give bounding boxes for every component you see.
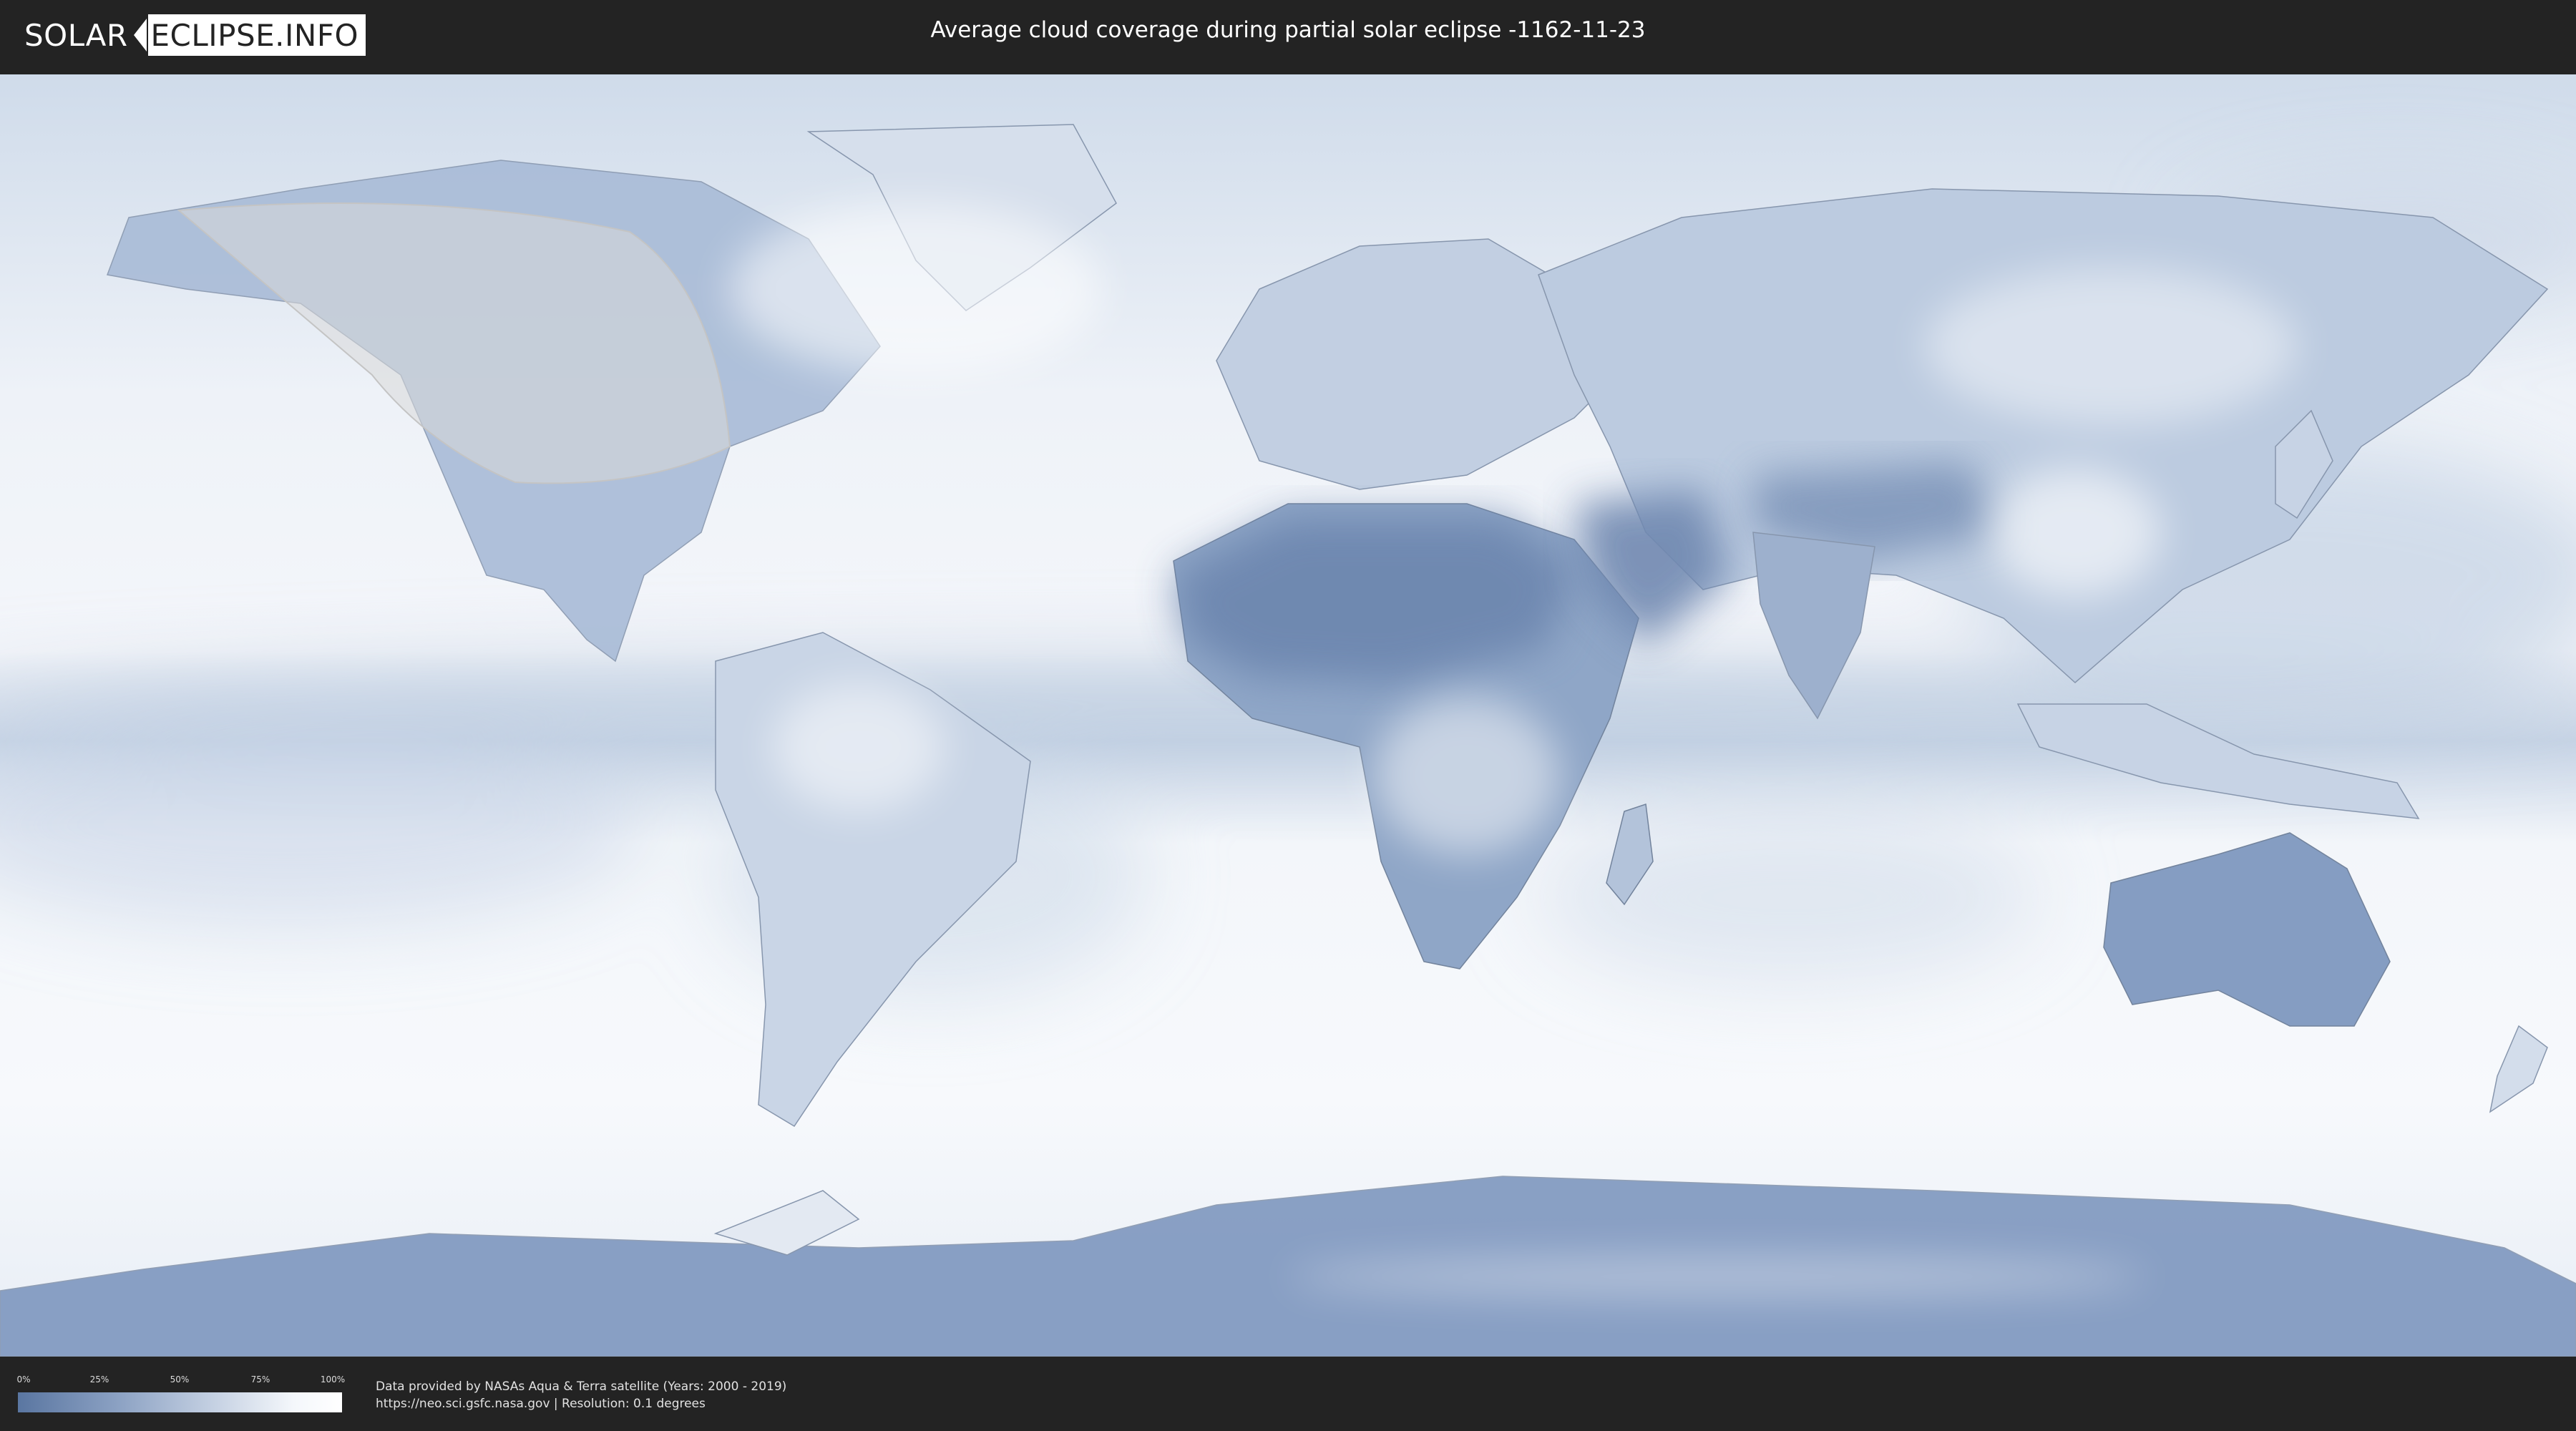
data-source-link[interactable]: https://neo.sci.gsfc.nasa.gov | Resoluti…: [376, 1397, 706, 1411]
world-map-canvas: [0, 74, 2576, 1357]
legend-tick-0: 0%: [16, 1374, 31, 1384]
footer: [0, 1357, 2576, 1431]
legend-tick-50: 50%: [170, 1374, 190, 1384]
cloud-coverage-map[interactable]: [0, 74, 2576, 1357]
legend-tick-25: 25%: [89, 1374, 109, 1384]
logo-text-solar: SOLAR: [24, 17, 128, 53]
data-credit: Data provided by NASAs Aqua & Terra sate…: [376, 1379, 787, 1394]
legend-color-bar: [18, 1392, 342, 1412]
page-title: Average cloud coverage during partial so…: [930, 17, 1646, 43]
logo-text-eclipse-info: ECLIPSE.INFO: [147, 14, 366, 56]
page: SOLAR ECLIPSE.INFO Average cloud coverag…: [0, 0, 2576, 1431]
legend-tick-100: 100%: [320, 1374, 346, 1384]
top-bar: SOLAR ECLIPSE.INFO Average cloud coverag…: [0, 0, 2576, 72]
logo-arrow-icon: [133, 19, 147, 52]
site-logo[interactable]: SOLAR ECLIPSE.INFO: [24, 14, 366, 56]
legend-tick-75: 75%: [250, 1374, 270, 1384]
